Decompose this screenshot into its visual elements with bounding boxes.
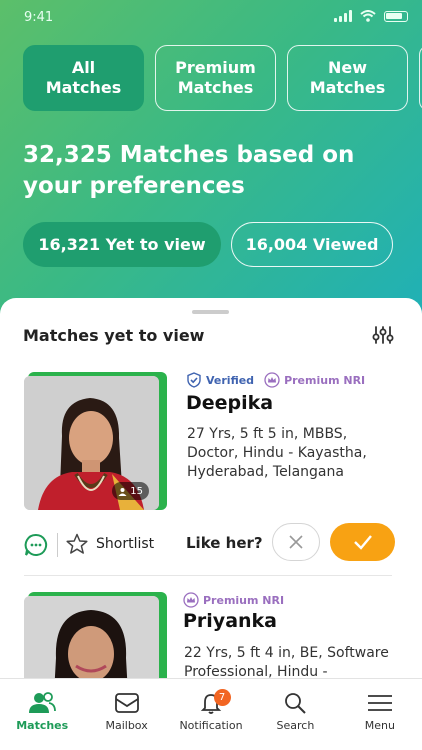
- profile-photo-frame[interactable]: 15: [24, 372, 167, 514]
- check-icon: [353, 535, 372, 550]
- accept-button[interactable]: [330, 523, 395, 561]
- verified-badge: Verified: [186, 372, 254, 388]
- signal-icon: [334, 10, 352, 22]
- nav-search[interactable]: Search: [253, 679, 337, 750]
- notification-count-badge: 7: [213, 689, 231, 706]
- photo-count-badge: 15: [112, 482, 149, 500]
- crown-icon: [183, 592, 199, 608]
- status-time: 9:41: [24, 10, 54, 25]
- tab-all-matches[interactable]: All Matches: [23, 45, 144, 111]
- action-divider: [57, 533, 58, 557]
- verified-icon: [187, 372, 201, 388]
- tab-premium-matches[interactable]: Premium Matches: [155, 45, 276, 111]
- profile-badges: Premium NRI: [183, 592, 284, 608]
- close-icon: [289, 535, 303, 549]
- profile-card[interactable]: Premium NRI Priyanka 22 Yrs, 5 ft 4 in, …: [0, 592, 422, 688]
- premium-nri-badge: Premium NRI: [183, 592, 284, 608]
- profile-name[interactable]: Priyanka: [183, 610, 277, 632]
- matches-sheet: Matches yet to view 15 Verified Premium …: [0, 298, 422, 688]
- profile-photo[interactable]: 15: [24, 376, 159, 510]
- shortlist-button[interactable]: Shortlist: [96, 536, 154, 552]
- status-bar: 9:41: [24, 8, 408, 28]
- profile-badges: Verified Premium NRI: [186, 372, 365, 388]
- profile-details: 22 Yrs, 5 ft 4 in, BE, Software Professi…: [184, 645, 389, 680]
- sheet-title: Matches yet to view: [23, 326, 205, 345]
- viewed-pill[interactable]: 16,004 Viewed: [231, 222, 393, 267]
- menu-icon: [367, 695, 392, 711]
- bottom-nav: Matches Mailbox 7 Notification Search Me…: [0, 678, 422, 750]
- star-icon[interactable]: [66, 533, 88, 555]
- match-tabs: All Matches Premium Matches New Matches: [23, 45, 422, 111]
- profile-name[interactable]: Deepika: [186, 392, 273, 414]
- drag-handle[interactable]: [192, 310, 229, 314]
- yet-to-view-pill[interactable]: 16,321 Yet to view: [23, 222, 221, 267]
- tab-new-matches[interactable]: New Matches: [287, 45, 408, 111]
- nav-mailbox[interactable]: Mailbox: [84, 679, 168, 750]
- matches-icon: [29, 692, 57, 713]
- chat-icon[interactable]: [24, 533, 48, 557]
- nav-menu[interactable]: Menu: [338, 679, 422, 750]
- nav-notification[interactable]: 7 Notification: [169, 679, 253, 750]
- like-prompt: Like her?: [186, 534, 263, 552]
- premium-nri-badge: Premium NRI: [264, 372, 365, 388]
- search-icon: [285, 693, 307, 714]
- profile-card[interactable]: 15 Verified Premium NRI Deepika 27 Yrs, …: [0, 372, 422, 576]
- header-hero: 9:41 All Matches Premium Matches New Mat…: [0, 0, 422, 330]
- card-divider: [24, 575, 392, 576]
- filter-icon[interactable]: [372, 325, 394, 345]
- profile-photo-frame[interactable]: [24, 592, 167, 688]
- crown-icon: [264, 372, 280, 388]
- wifi-icon: [360, 10, 376, 22]
- battery-icon: [384, 10, 408, 22]
- view-filter-pills: 16,321 Yet to view 16,004 Viewed: [23, 222, 393, 267]
- mailbox-icon: [114, 693, 139, 713]
- profile-photo[interactable]: [24, 596, 159, 688]
- nav-matches[interactable]: Matches: [0, 679, 84, 750]
- photos-icon: [118, 487, 127, 496]
- matches-headline: 32,325 Matches based on your preferences: [23, 142, 355, 199]
- profile-actions: Shortlist Like her?: [0, 521, 422, 571]
- profile-details: 27 Yrs, 5 ft 5 in, MBBS, Doctor, Hindu -…: [187, 426, 367, 480]
- portrait-image: [24, 596, 159, 688]
- reject-button[interactable]: [272, 523, 320, 561]
